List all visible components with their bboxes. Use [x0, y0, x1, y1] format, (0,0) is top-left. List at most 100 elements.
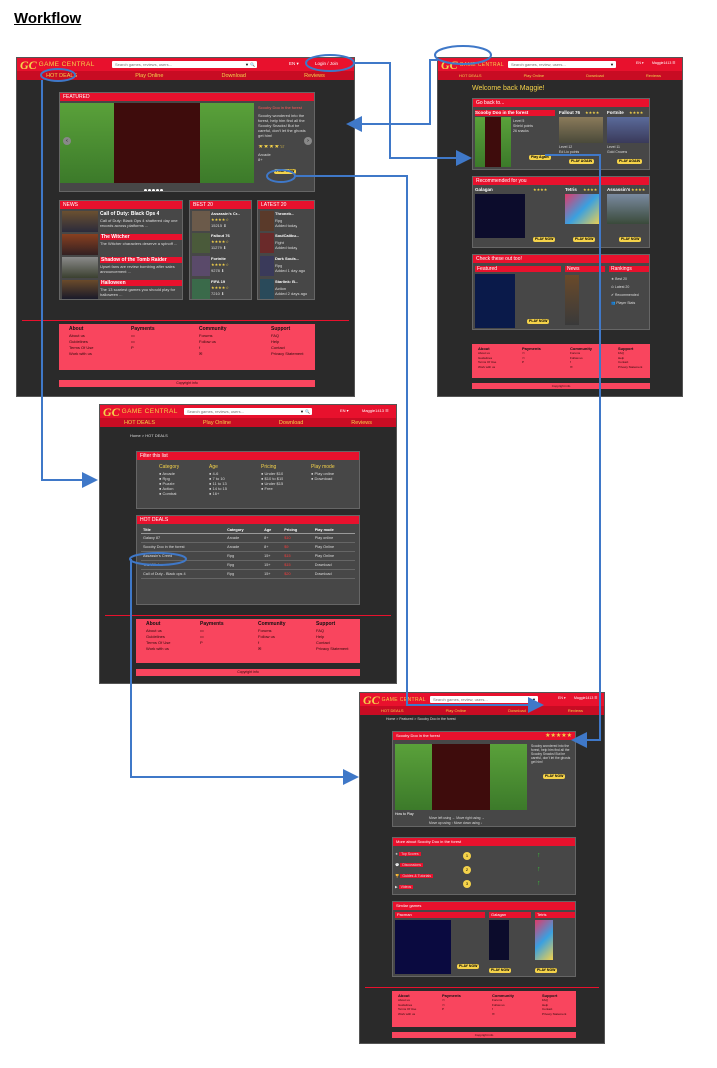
- footer-link[interactable]: Privacy Statement: [618, 365, 642, 370]
- footer-link[interactable]: Work with us: [398, 1012, 416, 1017]
- similar-game-name[interactable]: Pacman: [395, 912, 485, 918]
- nav-download[interactable]: Download: [508, 708, 526, 713]
- play-now-button[interactable]: PLAY NOW: [274, 169, 297, 174]
- vote-up-icon[interactable]: ↑: [537, 866, 541, 873]
- carousel-next-icon[interactable]: ›: [304, 137, 312, 145]
- mail-icon[interactable]: ✉: [570, 365, 592, 370]
- recent-game-name[interactable]: Scooby Doo in the forest: [475, 110, 555, 116]
- chevron-down-icon[interactable]: ▼: [532, 696, 536, 703]
- chevron-down-icon[interactable]: ▼: [610, 61, 614, 68]
- nav-play-online[interactable]: Play Online: [446, 708, 466, 713]
- latest-item-name[interactable]: Starlink: B...: [275, 279, 298, 284]
- nav-play-online[interactable]: Play Online: [524, 73, 544, 78]
- best-item-name[interactable]: Fortnite: [211, 256, 226, 261]
- play-now-button[interactable]: PLAY NOW: [543, 774, 566, 779]
- mail-icon[interactable]: ✉: [258, 646, 286, 652]
- filter-option[interactable]: ● Combat: [159, 491, 179, 496]
- rec-game-name[interactable]: Tetris: [565, 187, 577, 193]
- play-now-button[interactable]: PLAY NOW: [457, 964, 480, 969]
- play-again-button[interactable]: Play Again: [529, 155, 551, 160]
- user-menu[interactable]: Maggie1413 ☰: [574, 696, 597, 700]
- vote-up-icon[interactable]: ↑: [537, 852, 541, 859]
- breadcrumb[interactable]: Home > Featured > Scooby Doo in the fore…: [386, 717, 456, 722]
- logo[interactable]: GC GAME CENTRAL: [20, 58, 95, 71]
- nav-reviews[interactable]: Reviews: [568, 708, 583, 713]
- nav-download[interactable]: Download: [222, 73, 246, 79]
- language-select[interactable]: EN ▾: [289, 61, 299, 67]
- table-row[interactable]: Galaxy 87 Arcade 8+ $10 Play online: [141, 533, 355, 543]
- news-head[interactable]: Shadow of the Tomb Raider: [100, 257, 182, 263]
- play-now-button[interactable]: PLAY NOW: [619, 237, 642, 242]
- best-item-name[interactable]: Fallout 76: [211, 233, 230, 238]
- chevron-down-icon[interactable]: ▼ 🔍: [300, 408, 310, 415]
- news-head[interactable]: Call of Duty: Black Ops 4: [100, 211, 159, 217]
- footer-link[interactable]: Privacy Statement: [542, 1012, 566, 1017]
- footer-link[interactable]: Terms Of Use: [398, 1007, 416, 1012]
- search-input[interactable]: Search games, reviews, users... ▼ 🔍: [112, 61, 257, 68]
- footer-link[interactable]: Terms Of Use: [478, 360, 496, 365]
- game-player[interactable]: [395, 744, 527, 810]
- nav-hot-deals[interactable]: HOT DEALS: [459, 73, 482, 78]
- user-menu[interactable]: Maggie1413 ☰: [362, 408, 389, 413]
- recent-game-name[interactable]: Fallout 76: [559, 110, 580, 116]
- news-head[interactable]: The Witcher: [100, 234, 182, 240]
- table-row[interactable]: Scooby Doo in the forest Arcade 8+ $9 Play O…: [141, 542, 355, 552]
- play-now-button[interactable]: PLAY NOW: [535, 968, 558, 973]
- filter-option[interactable]: ● Download: [311, 476, 335, 481]
- login-join-link[interactable]: Login / Join: [315, 61, 338, 66]
- search-input[interactable]: Search games, review, users... ▼: [508, 61, 616, 68]
- play-now-button[interactable]: PLAY NOW: [573, 237, 596, 242]
- table-row[interactable]: Assassin's Creed Rpg 15+ $15 Play Online: [141, 551, 355, 561]
- footer-link[interactable]: Privacy Statement: [316, 646, 348, 652]
- best-item-name[interactable]: FIFA 19: [211, 279, 225, 284]
- play-now-button[interactable]: PLAY NOW: [489, 968, 512, 973]
- footer-link[interactable]: Privacy Statement: [271, 351, 303, 357]
- featured-game-preview[interactable]: [60, 103, 254, 183]
- rec-game-name[interactable]: Assassin's: [607, 187, 630, 193]
- filter-option[interactable]: ● Free: [261, 486, 283, 491]
- nav-reviews[interactable]: Reviews: [646, 73, 661, 78]
- play-again-button[interactable]: PLAY AGAIN: [617, 159, 643, 164]
- footer-link[interactable]: Work with us: [478, 365, 496, 370]
- similar-game-name[interactable]: Galagan: [489, 912, 531, 918]
- filter-option[interactable]: ● 16+: [209, 491, 227, 496]
- nav-reviews[interactable]: Reviews: [351, 420, 372, 426]
- nav-download[interactable]: Download: [279, 420, 303, 426]
- similar-game-name[interactable]: Tetris: [535, 912, 575, 918]
- nav-reviews[interactable]: Reviews: [304, 73, 325, 79]
- game-preview[interactable]: [475, 117, 511, 167]
- latest-item-name[interactable]: Throneb...: [275, 211, 294, 216]
- search-input[interactable]: Search games, review, users... ▼: [430, 696, 538, 703]
- logo[interactable]: GC GAME CENTRAL: [363, 693, 426, 706]
- nav-hot-deals[interactable]: HOT DEALS: [381, 708, 404, 713]
- news-head[interactable]: Halloween: [100, 280, 182, 286]
- play-now-button[interactable]: PLAY NOW: [533, 237, 556, 242]
- user-menu[interactable]: Maggie1413 ☰: [652, 61, 675, 65]
- latest-item-name[interactable]: Dark Souls...: [275, 256, 299, 261]
- nav-play-online[interactable]: Play Online: [135, 73, 163, 79]
- nav-play-online[interactable]: Play Online: [203, 420, 231, 426]
- nav-download[interactable]: Download: [586, 73, 604, 78]
- footer-link[interactable]: Work with us: [146, 646, 170, 652]
- vote-up-icon[interactable]: ↑: [537, 880, 541, 887]
- carousel-dots[interactable]: [144, 179, 164, 191]
- table-row[interactable]: The Witcher Rpg 15+ $15 Download: [141, 560, 355, 570]
- language-select[interactable]: EN ▾: [340, 408, 349, 413]
- recent-game-name[interactable]: Fortnite: [607, 110, 624, 116]
- play-again-button[interactable]: PLAY AGAIN: [569, 159, 595, 164]
- mail-icon[interactable]: ✉: [199, 351, 227, 357]
- rec-game-name[interactable]: Galagan: [475, 187, 493, 193]
- play-now-button[interactable]: PLAY NOW: [527, 319, 550, 324]
- best-item-name[interactable]: Assassin's Cr...: [211, 211, 240, 216]
- language-select[interactable]: EN ▾: [558, 696, 566, 700]
- rating-stars[interactable]: ★★★★★: [545, 733, 572, 739]
- nav-hot-deals[interactable]: HOT DEALS: [46, 73, 77, 79]
- table-row[interactable]: Call of Duty - Black ops 4 Rpg 15+ $20 Downl…: [141, 569, 355, 579]
- chevron-down-icon[interactable]: ▼ 🔍: [245, 61, 255, 68]
- logo[interactable]: GC GAME CENTRAL: [103, 405, 178, 418]
- latest-item-name[interactable]: SoulCalibu...: [275, 233, 299, 238]
- footer-link[interactable]: Work with us: [69, 351, 93, 357]
- carousel-prev-icon[interactable]: ‹: [63, 137, 71, 145]
- nav-hot-deals[interactable]: HOT DEALS: [124, 420, 155, 426]
- search-input[interactable]: Search games, reviews, users... ▼ 🔍: [184, 408, 312, 415]
